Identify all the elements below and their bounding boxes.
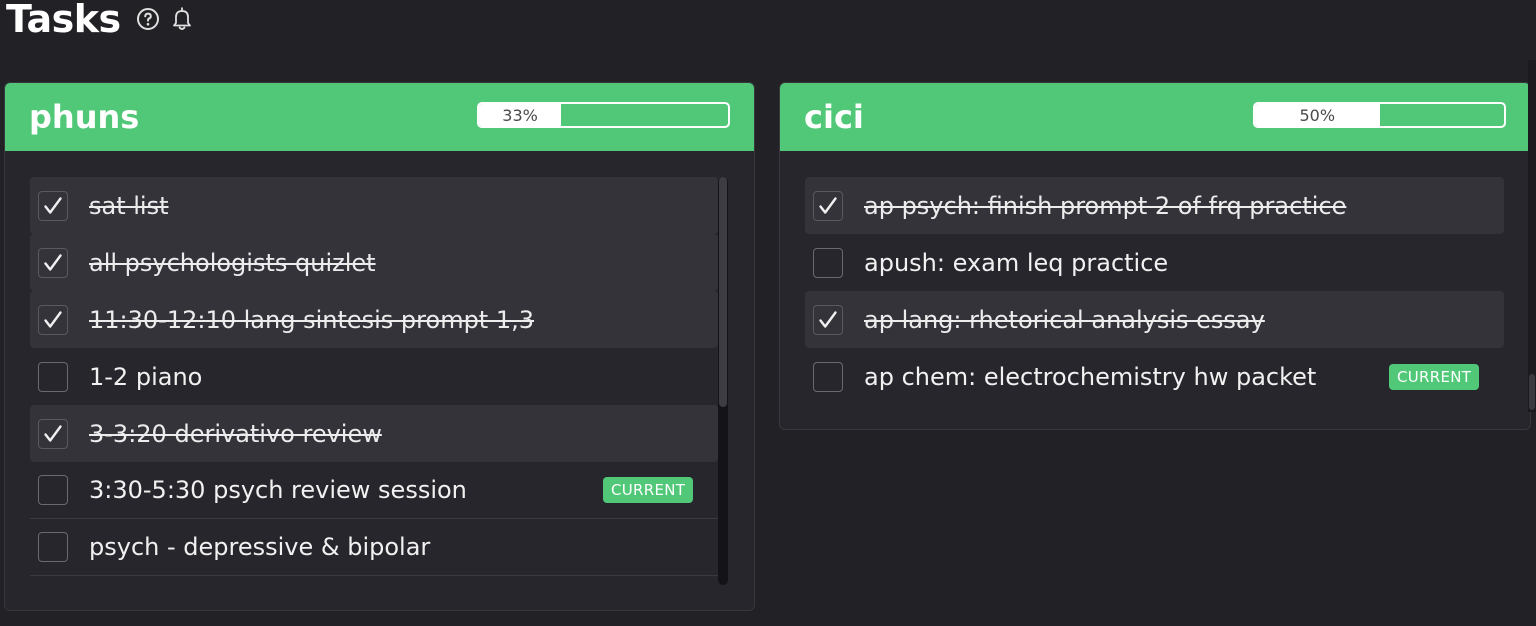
page-scrollbar-thumb[interactable] (1529, 374, 1535, 410)
page-scrollbar[interactable] (1528, 60, 1536, 412)
task-checkbox[interactable] (813, 304, 843, 335)
task-row[interactable]: 3-3:20 derivativo review (30, 405, 718, 462)
task-row[interactable]: sat list (30, 177, 718, 234)
task-row[interactable]: ap lang: rhetorical analysis essay (805, 291, 1504, 348)
progress-bar: 50% (1253, 102, 1506, 128)
checkmark-icon (44, 253, 62, 271)
task-panel-phuns: phuns 33% sat list all psychologists qui… (4, 82, 755, 611)
current-badge: CURRENT (603, 477, 694, 503)
task-row[interactable]: all psychologists quizlet (30, 234, 718, 291)
task-checkbox[interactable] (38, 247, 68, 278)
checkmark-icon (44, 310, 62, 328)
task-row[interactable]: ap psych: finish prompt 2 of frq practic… (805, 177, 1504, 234)
task-label: ap psych: finish prompt 2 of frq practic… (864, 191, 1347, 220)
task-label: all psychologists quizlet (89, 248, 376, 277)
task-checkbox[interactable] (38, 475, 68, 505)
task-label: sat list (89, 191, 169, 220)
task-checkbox[interactable] (38, 190, 68, 221)
task-row[interactable]: ap chem: electrochemistry hw packet CURR… (805, 348, 1504, 405)
task-checkbox[interactable] (813, 190, 843, 221)
checkmark-icon (44, 196, 62, 214)
task-panel-cici: cici 50% ap psych: finish prompt 2 of fr… (779, 82, 1531, 430)
checkmark-icon (819, 196, 837, 214)
task-row[interactable]: psych - depressive & bipolar (30, 519, 718, 576)
task-label: apush: exam leq practice (864, 248, 1169, 277)
panel-header: phuns 33% (5, 83, 754, 151)
checkmark-icon (44, 424, 62, 442)
task-checkbox[interactable] (38, 304, 68, 335)
page-header: Tasks (6, 0, 195, 42)
task-checkbox[interactable] (813, 361, 843, 392)
scrollbar-thumb[interactable] (719, 177, 727, 407)
task-row[interactable]: 11:30-12:10 lang sintesis prompt 1,3 (30, 291, 718, 348)
task-label: ap chem: electrochemistry hw packet (864, 362, 1317, 391)
current-badge: CURRENT (1389, 363, 1480, 390)
task-label: 3:30-5:30 psych review session (89, 476, 467, 504)
task-row[interactable]: apush: exam leq practice (805, 234, 1504, 291)
task-label: 1-2 piano (89, 362, 203, 391)
task-label: psych - depressive & bipolar (89, 533, 431, 561)
progress-bar: 33% (477, 102, 730, 128)
task-label: ap lang: rhetorical analysis essay (864, 305, 1265, 334)
panel-title: cici (804, 98, 864, 136)
task-label: 3-3:20 derivativo review (89, 419, 382, 448)
progress-label: 33% (502, 105, 538, 125)
bell-icon[interactable] (169, 6, 195, 32)
help-circle-icon[interactable] (135, 6, 161, 32)
progress-label: 50% (1299, 105, 1336, 125)
panel-title: phuns (29, 98, 140, 136)
task-checkbox[interactable] (38, 532, 68, 562)
page-title: Tasks (6, 0, 121, 41)
task-row[interactable]: 3:30-5:30 psych review session CURRENT (30, 462, 718, 519)
task-label: 11:30-12:10 lang sintesis prompt 1,3 (89, 305, 535, 334)
checkmark-icon (819, 310, 837, 328)
task-checkbox[interactable] (813, 247, 843, 278)
task-list-scrollbar[interactable] (718, 177, 728, 585)
task-list: ap psych: finish prompt 2 of frq practic… (805, 177, 1504, 405)
task-list: sat list all psychologists quizlet 11:30… (30, 177, 718, 576)
task-checkbox[interactable] (38, 418, 68, 449)
panel-header: cici 50% (780, 83, 1530, 151)
task-row[interactable]: 1-2 piano (30, 348, 718, 405)
task-checkbox[interactable] (38, 361, 68, 392)
